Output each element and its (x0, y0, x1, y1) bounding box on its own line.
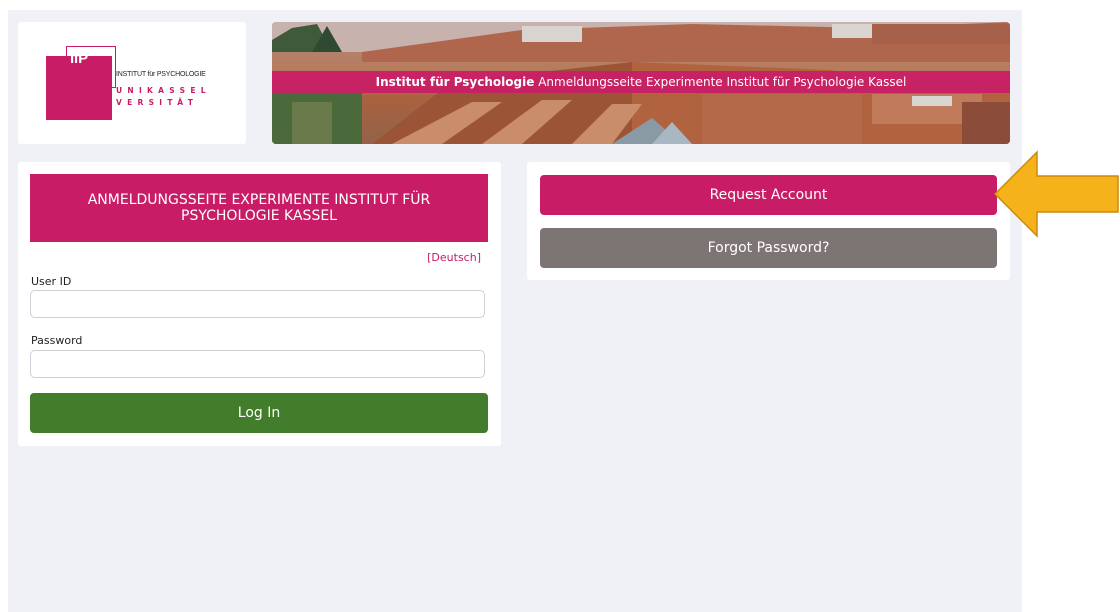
banner-title-bold: Institut für Psychologie (375, 75, 535, 89)
login-card: ANMELDUNGSSEITE EXPERIMENTE INSTITUT FÜR… (18, 162, 501, 446)
language-link[interactable]: [Deutsch] (427, 251, 481, 264)
logo-card: IfP INSTITUT für PSYCHOLOGIE UNIKASSEL V… (18, 22, 246, 144)
logo-university-line2: VERSITÄT (116, 98, 199, 107)
banner-title-rest: Anmeldungsseite Experimente Institut für… (538, 75, 907, 89)
user-id-input[interactable] (30, 290, 485, 318)
login-header: ANMELDUNGSSEITE EXPERIMENTE INSTITUT FÜR… (30, 174, 488, 242)
login-button[interactable]: Log In (30, 393, 488, 433)
logo-university-line1: UNIKASSEL (116, 86, 211, 95)
header-banner: Institut für Psychologie Anmeldungsseite… (272, 22, 1010, 144)
account-actions-card: Request Account Forgot Password? (527, 162, 1010, 280)
arrow-left-icon (993, 150, 1119, 238)
password-label: Password (31, 334, 83, 347)
banner-title: Institut für Psychologie Anmeldungsseite… (272, 71, 1010, 93)
forgot-password-button[interactable]: Forgot Password? (540, 228, 997, 268)
logo-mark: IfP (70, 50, 88, 67)
logo-institute-name: INSTITUT für PSYCHOLOGIE (116, 71, 206, 78)
login-header-title: ANMELDUNGSSEITE EXPERIMENTE INSTITUT FÜR… (87, 192, 431, 224)
user-id-label: User ID (31, 275, 72, 288)
request-account-button[interactable]: Request Account (540, 175, 997, 215)
university-logo: IfP INSTITUT für PSYCHOLOGIE UNIKASSEL V… (46, 46, 226, 120)
password-input[interactable] (30, 350, 485, 378)
